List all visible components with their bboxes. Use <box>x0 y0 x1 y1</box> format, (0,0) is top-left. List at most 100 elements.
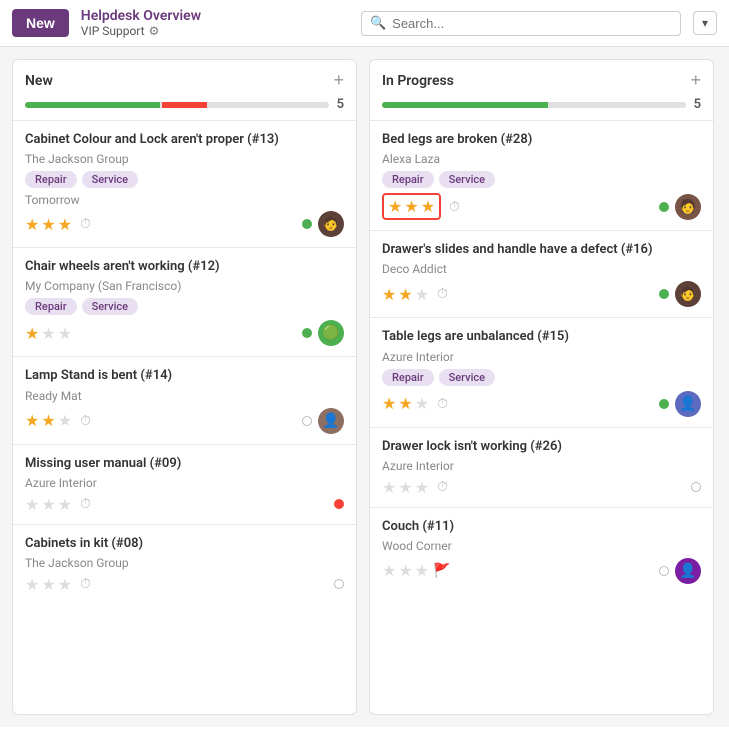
tag: Repair <box>25 171 77 188</box>
card-c1[interactable]: Cabinet Colour and Lock aren't proper (#… <box>13 120 356 247</box>
progress-segment-green <box>382 102 548 108</box>
card-c5[interactable]: Cabinets in kit (#08) The Jackson Group … <box>13 524 356 604</box>
stars: ★★★ <box>382 285 429 304</box>
star-empty: ★ <box>41 495 55 514</box>
clock-icon: ⏱ <box>437 286 448 302</box>
footer-left: ★★★ ⏱ <box>25 495 91 514</box>
card-p2[interactable]: Drawer's slides and handle have a defect… <box>370 230 713 317</box>
star-empty: ★ <box>415 478 429 497</box>
footer-right <box>691 482 701 492</box>
status-dot-green <box>302 328 312 338</box>
card-p3[interactable]: Table legs are unbalanced (#15) Azure In… <box>370 317 713 426</box>
status-dot-green <box>659 399 669 409</box>
star-empty: ★ <box>58 495 72 514</box>
progress-track <box>382 102 686 108</box>
status-dot-red <box>334 499 344 509</box>
card-title: Table legs are unbalanced (#15) <box>382 328 701 346</box>
star-filled: ★ <box>404 197 418 216</box>
footer-left: ★★★ ⏱ <box>382 478 448 497</box>
gear-icon[interactable]: ⚙ <box>149 24 160 38</box>
card-tags: RepairService <box>382 171 701 188</box>
card-company: Wood Corner <box>382 539 701 553</box>
star-empty: ★ <box>58 411 72 430</box>
card-footer: ★★★ 🟢 <box>25 320 344 346</box>
card-c2[interactable]: Chair wheels aren't working (#12) My Com… <box>13 247 356 356</box>
clock-icon: ⏱ <box>80 576 91 592</box>
card-company: Ready Mat <box>25 389 344 403</box>
column-count: 5 <box>694 97 701 112</box>
card-company: Azure Interior <box>382 350 701 364</box>
tag: Service <box>82 171 138 188</box>
flag-icon: 🚩 <box>433 563 450 579</box>
status-dot-green <box>302 219 312 229</box>
star-empty: ★ <box>415 285 429 304</box>
stars-highlighted: ★★★ <box>382 193 441 220</box>
status-dot-empty <box>659 566 669 576</box>
star-empty: ★ <box>41 324 55 343</box>
card-c3[interactable]: Lamp Stand is bent (#14) Ready Mat ★★★ ⏱… <box>13 356 356 443</box>
stars: ★★★ <box>25 411 72 430</box>
card-tags: RepairService <box>382 369 701 386</box>
stars: ★★★ <box>25 324 72 343</box>
star-empty: ★ <box>25 495 39 514</box>
column-new: New + 5 Cabinet Colour and Lock aren't p… <box>12 59 357 715</box>
footer-left: ★★★ ⏱ <box>382 394 448 413</box>
add-card-button[interactable]: + <box>333 70 344 91</box>
star-filled: ★ <box>421 197 435 216</box>
avatar: 👤 <box>318 408 344 434</box>
card-p5[interactable]: Couch (#11) Wood Corner ★★★ 🚩 👤 <box>370 507 713 594</box>
progress-track <box>25 102 329 108</box>
stars: ★★★ <box>25 575 72 594</box>
progress-segment-gray <box>209 102 329 108</box>
star-filled: ★ <box>382 394 396 413</box>
kanban-board: New + 5 Cabinet Colour and Lock aren't p… <box>0 47 729 727</box>
new-button[interactable]: New <box>12 9 69 37</box>
star-filled: ★ <box>58 215 72 234</box>
footer-right: 🧑 <box>659 194 701 220</box>
star-empty: ★ <box>415 394 429 413</box>
card-company: Azure Interior <box>25 476 344 490</box>
footer-right: 👤 <box>659 558 701 584</box>
status-dot-green <box>659 202 669 212</box>
avatar: 🧑 <box>675 281 701 307</box>
star-empty: ★ <box>382 561 396 580</box>
status-dot-empty <box>334 579 344 589</box>
card-footer: ★★★ ⏱ 👤 <box>25 408 344 434</box>
column-header: In Progress + <box>370 60 713 97</box>
card-p1[interactable]: Bed legs are broken (#28) Alexa Laza Rep… <box>370 120 713 230</box>
search-dropdown-button[interactable]: ▾ <box>693 11 717 35</box>
card-footer: ★★★ ⏱ <box>25 575 344 594</box>
avatar: 👤 <box>675 558 701 584</box>
card-title: Cabinets in kit (#08) <box>25 535 344 553</box>
progress-bar: 5 <box>370 97 713 120</box>
footer-left: ★★★ <box>25 324 72 343</box>
tag: Service <box>439 369 495 386</box>
star-filled: ★ <box>41 411 55 430</box>
star-empty: ★ <box>58 324 72 343</box>
card-title: Bed legs are broken (#28) <box>382 131 701 149</box>
column-count: 5 <box>337 97 344 112</box>
clock-icon: ⏱ <box>80 496 91 512</box>
footer-left: ★★★ ⏱ <box>25 575 91 594</box>
due-date: Tomorrow <box>25 193 344 207</box>
card-footer: ★★★ ⏱ 🧑 <box>382 193 701 220</box>
search-input[interactable] <box>392 16 672 31</box>
card-c4[interactable]: Missing user manual (#09) Azure Interior… <box>13 444 356 524</box>
add-card-button[interactable]: + <box>690 70 701 91</box>
star-filled: ★ <box>41 215 55 234</box>
avatar: 🧑 <box>318 211 344 237</box>
clock-icon: ⏱ <box>449 199 460 215</box>
star-empty: ★ <box>58 575 72 594</box>
card-title: Missing user manual (#09) <box>25 455 344 473</box>
star-empty: ★ <box>398 478 412 497</box>
stars: ★★★ <box>382 561 429 580</box>
card-footer: ★★★ ⏱ 🧑 <box>25 211 344 237</box>
search-bar[interactable]: 🔍 <box>361 11 681 36</box>
card-tags: RepairService <box>25 298 344 315</box>
clock-icon: ⏱ <box>80 216 91 232</box>
stars: ★★★ <box>382 394 429 413</box>
stars: ★★★ <box>25 495 72 514</box>
card-company: The Jackson Group <box>25 152 344 166</box>
card-p4[interactable]: Drawer lock isn't working (#26) Azure In… <box>370 427 713 507</box>
card-company: My Company (San Francisco) <box>25 279 344 293</box>
